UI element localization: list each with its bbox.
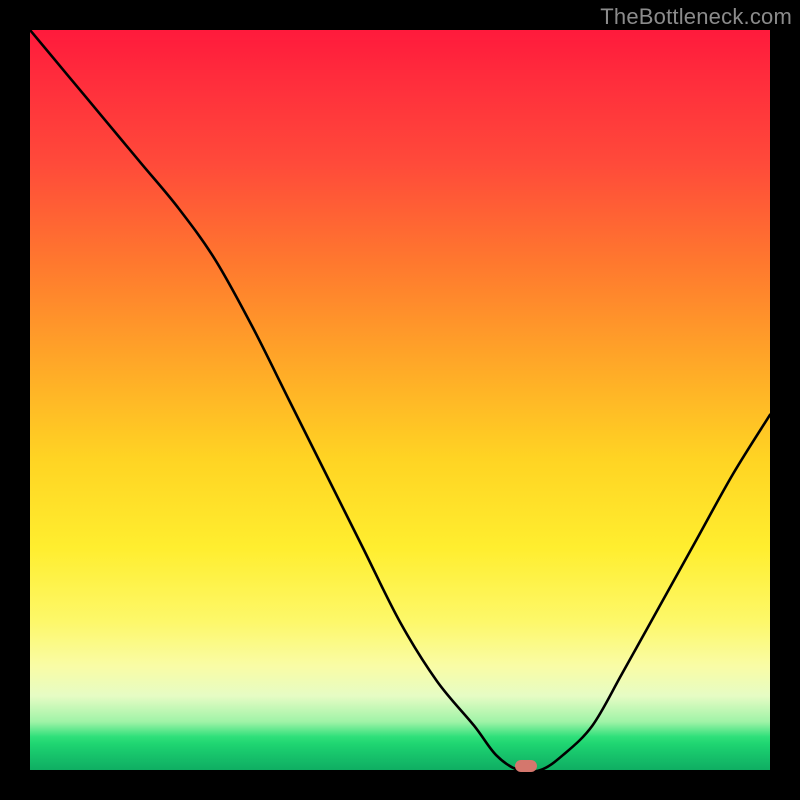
chart-frame: TheBottleneck.com: [0, 0, 800, 800]
optimum-marker: [515, 760, 537, 772]
attribution-text: TheBottleneck.com: [600, 4, 792, 30]
bottleneck-curve: [30, 30, 770, 770]
plot-area: [30, 30, 770, 770]
